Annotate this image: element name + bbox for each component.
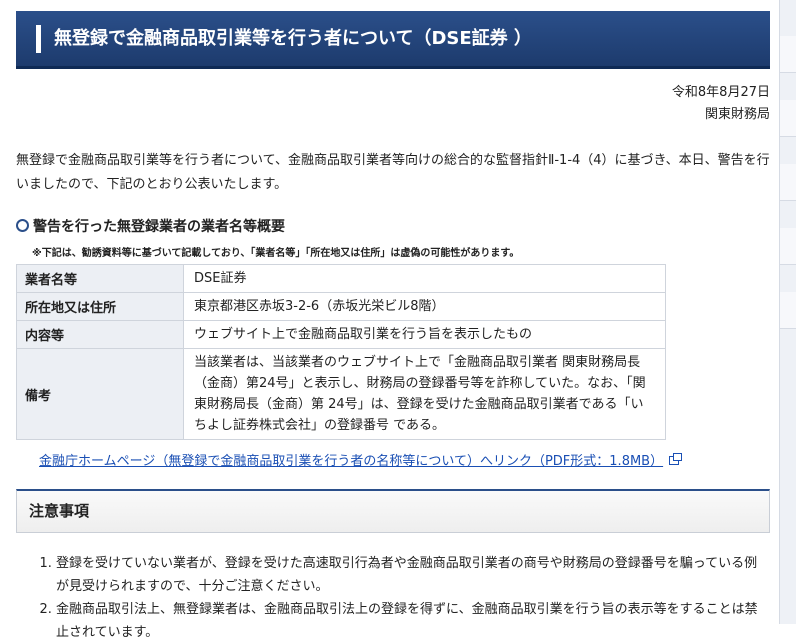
publish-date: 令和8年8月27日 bbox=[671, 85, 770, 100]
row-value: ウェブサイト上で金融商品取引業を行う旨を表示したもの bbox=[183, 320, 666, 349]
row-value: DSE証券 bbox=[183, 264, 666, 293]
caution-title: 注意事項 bbox=[29, 502, 90, 520]
table-row: 備考 当該業者は、当該業者のウェブサイト上で「金融商品取引業者 関東財務局長（金… bbox=[16, 348, 666, 440]
table-row: 所在地又は住所 東京都港区赤坂3-2-6（赤坂光栄ビル8階） bbox=[16, 292, 666, 321]
scroll-edge bbox=[779, 0, 796, 624]
side-tab bbox=[780, 228, 796, 265]
company-info-table: 業者名等 DSE証券 所在地又は住所 東京都港区赤坂3-2-6（赤坂光栄ビル8階… bbox=[16, 264, 666, 440]
row-label: 備考 bbox=[16, 348, 184, 440]
caution-header: 注意事項 bbox=[16, 489, 770, 533]
side-tab bbox=[780, 100, 796, 137]
issuer: 関東財務局 bbox=[704, 107, 770, 122]
section-title-text: 警告を行った無登録業者の業者名等概要 bbox=[33, 219, 285, 235]
list-item: 登録を受けていない業者が、登録を受けた高速取引行為者や金融商品取引業者の商号や財… bbox=[56, 552, 770, 598]
row-value: 東京都港区赤坂3-2-6（赤坂光栄ビル8階） bbox=[183, 292, 666, 321]
side-tab bbox=[780, 164, 796, 201]
side-tab bbox=[780, 36, 796, 73]
row-value: 当該業者は、当該業者のウェブサイト上で「金融商品取引業者 関東財務局長（金商）第… bbox=[183, 348, 666, 440]
disclaimer-note: ※下記は、勧誘資料等に基づいて記載しており、「業者名等」「所在地又は住所」は虚偽… bbox=[32, 248, 520, 259]
row-label: 業者名等 bbox=[16, 264, 184, 293]
list-item: 金融商品取引法上、無登録業者は、金融商品取引法上の登録を得ずに、金融商品取引業を… bbox=[56, 598, 770, 644]
date-block: 令和8年8月27日 関東財務局 bbox=[672, 82, 770, 126]
page-title: 無登録で金融商品取引業等を行う者について（DSE証券 ） bbox=[54, 28, 532, 49]
circle-bullet-icon bbox=[16, 219, 29, 232]
side-tab bbox=[780, 292, 796, 329]
table-row: 内容等 ウェブサイト上で金融商品取引業を行う旨を表示したもの bbox=[16, 320, 666, 349]
external-link-icon bbox=[669, 453, 683, 465]
row-label: 所在地又は住所 bbox=[16, 292, 184, 321]
table-row: 業者名等 DSE証券 bbox=[16, 264, 666, 293]
intro-text: 無登録で金融商品取引業等を行う者について、金融商品取引業者等向けの総合的な監督指… bbox=[16, 153, 770, 192]
link-text: 金融庁ホームページ（無登録で金融商品取引業を行う者の名称等について）へリンク（P… bbox=[39, 454, 664, 469]
fsa-pdf-link[interactable]: 金融庁ホームページ（無登録で金融商品取引業を行う者の名称等について）へリンク（P… bbox=[39, 450, 683, 469]
row-label: 内容等 bbox=[16, 320, 184, 349]
caution-list: 登録を受けていない業者が、登録を受けた高速取引行為者や金融商品取引業者の商号や財… bbox=[16, 552, 770, 644]
header-accent-bar bbox=[36, 25, 41, 53]
section-title: 警告を行った無登録業者の業者名等概要 bbox=[16, 217, 285, 237]
page-header: 無登録で金融商品取引業等を行う者について（DSE証券 ） bbox=[16, 11, 770, 69]
